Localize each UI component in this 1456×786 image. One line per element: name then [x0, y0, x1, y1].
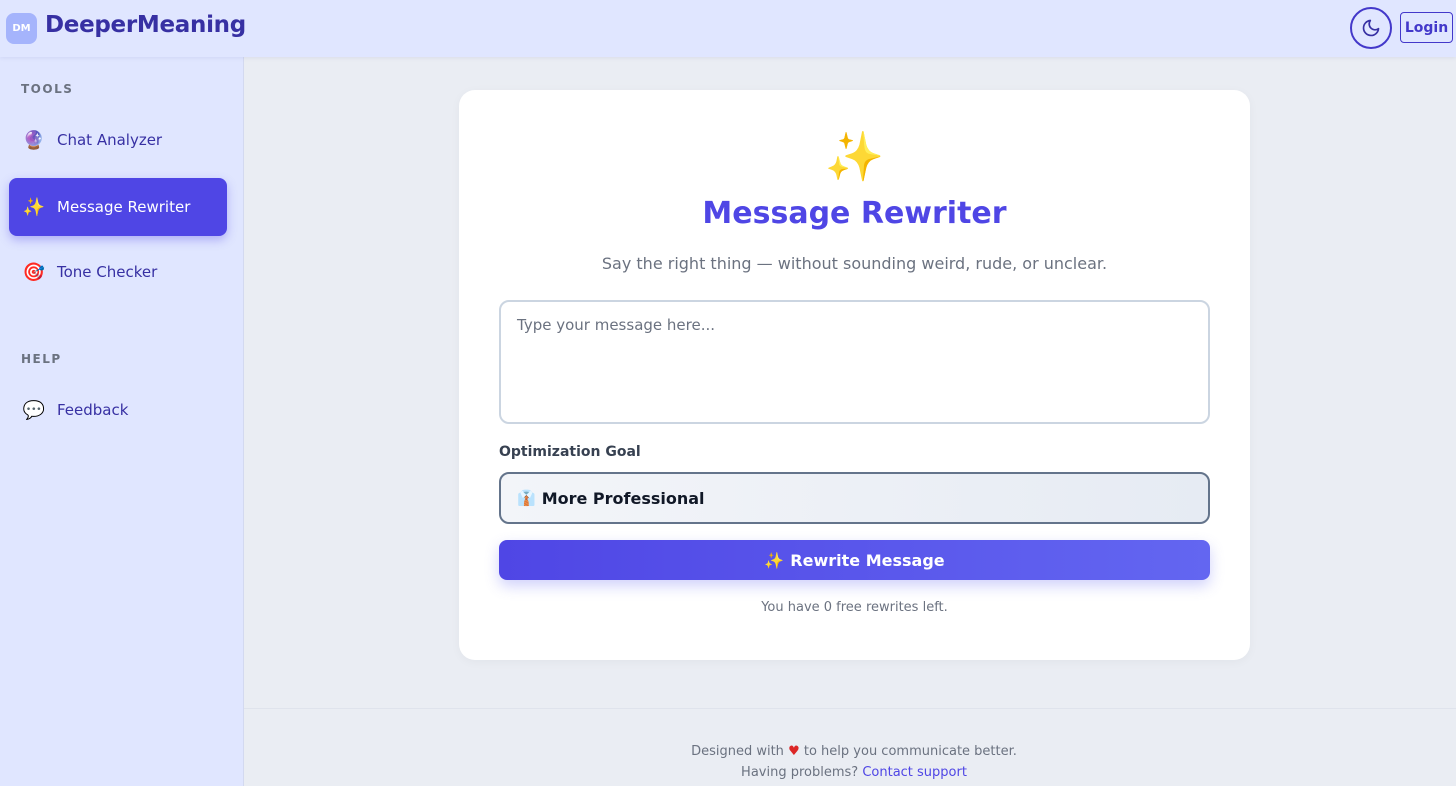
footer-tagline: Designed with ♥ to help you communicate …: [244, 744, 1456, 759]
sidebar: TOOLS 🔮 Chat Analyzer ✨ Message Rewriter…: [0, 57, 244, 786]
optimization-goal-select[interactable]: 👔 More Professional: [499, 472, 1210, 524]
footer-support: Having problems? Contact support: [244, 765, 1456, 780]
rewriter-card: ✨ Message Rewriter Say the right thing —…: [459, 90, 1250, 660]
crystal-ball-icon: 🔮: [22, 129, 46, 151]
page-subtitle: Say the right thing — without sounding w…: [601, 254, 1108, 273]
sidebar-item-label: Message Rewriter: [57, 198, 191, 216]
theme-toggle-button[interactable]: [1350, 7, 1392, 49]
rewrite-button-label: Rewrite Message: [790, 550, 945, 570]
sidebar-item-message-rewriter[interactable]: ✨ Message Rewriter: [9, 178, 227, 236]
footer-divider: [244, 708, 1456, 709]
footer-text: Having problems?: [741, 765, 859, 780]
speech-bubble-icon: 💬: [22, 399, 46, 421]
sidebar-item-tone-checker[interactable]: 🎯 Tone Checker: [9, 243, 227, 301]
sparkles-icon: ✨: [22, 196, 46, 218]
optimization-goal-label: Optimization Goal: [499, 444, 641, 460]
logo-badge[interactable]: DM: [6, 13, 37, 44]
footer-text: Designed with: [691, 744, 784, 759]
rewrite-message-button[interactable]: ✨ Rewrite Message: [499, 540, 1210, 580]
page-title: Message Rewriter: [702, 196, 1007, 231]
sidebar-item-chat-analyzer[interactable]: 🔮 Chat Analyzer: [9, 111, 227, 169]
contact-support-link[interactable]: Contact support: [862, 765, 967, 780]
login-button[interactable]: Login: [1400, 12, 1453, 43]
footer-text: to help you communicate better.: [803, 744, 1017, 759]
sidebar-item-feedback[interactable]: 💬 Feedback: [9, 381, 227, 439]
sidebar-item-label: Tone Checker: [57, 263, 158, 281]
sidebar-section-tools: TOOLS: [21, 82, 74, 96]
sparkles-icon: ✨: [764, 550, 785, 570]
brand-name[interactable]: DeeperMeaning: [45, 12, 246, 38]
free-rewrites-note: You have 0 free rewrites left.: [761, 600, 948, 615]
optimization-goal-value: More Professional: [541, 488, 705, 508]
top-bar: DM DeeperMeaning Login: [0, 0, 1456, 57]
sidebar-item-label: Feedback: [57, 401, 129, 419]
moon-icon: [1362, 19, 1380, 37]
sidebar-section-help: HELP: [21, 352, 62, 366]
necktie-icon: 👔: [517, 489, 536, 507]
sidebar-item-label: Chat Analyzer: [57, 131, 163, 149]
heart-icon: ♥: [788, 744, 800, 759]
message-input[interactable]: [499, 300, 1210, 424]
target-icon: 🎯: [22, 261, 46, 283]
sparkles-icon: ✨: [824, 129, 885, 185]
